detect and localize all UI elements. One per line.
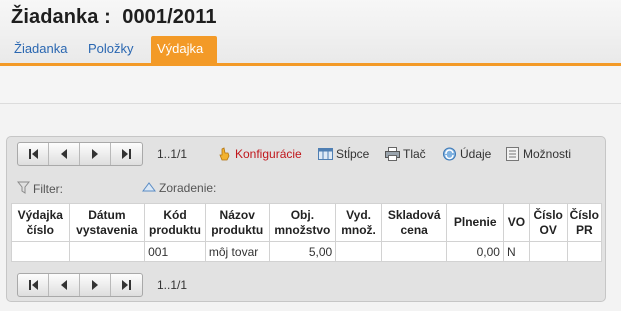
configurations-label: Konfigurácie bbox=[235, 147, 302, 161]
filter-label: Filter: bbox=[33, 182, 63, 196]
next-page-button[interactable] bbox=[80, 143, 111, 165]
columns-button[interactable]: Stĺpce bbox=[318, 145, 369, 163]
table-cell: 001 bbox=[144, 241, 206, 262]
data-label: Údaje bbox=[460, 147, 492, 161]
column-header[interactable]: VO bbox=[502, 203, 530, 242]
table-cell bbox=[335, 241, 382, 262]
table-cell bbox=[528, 241, 568, 262]
prev-page-button[interactable] bbox=[49, 143, 80, 165]
column-header[interactable]: Vyd. množ. bbox=[335, 203, 382, 242]
items-table: Výdajka číslo Dátum vystavenia Kód produ… bbox=[11, 203, 603, 262]
hand-pointer-icon bbox=[217, 147, 232, 161]
table-cell: 5,00 bbox=[268, 241, 337, 262]
printer-icon bbox=[385, 147, 400, 161]
filter-button[interactable]: Filter: bbox=[16, 181, 63, 197]
table-cell: môj tovar bbox=[204, 241, 270, 262]
first-page-button[interactable] bbox=[18, 274, 49, 296]
table-header-row: Výdajka číslo Dátum vystavenia Kód produ… bbox=[11, 203, 603, 242]
last-page-button[interactable] bbox=[111, 143, 142, 165]
last-page-icon bbox=[122, 280, 131, 290]
table-cell bbox=[380, 241, 448, 262]
data-button[interactable]: Údaje bbox=[442, 145, 491, 163]
first-page-icon bbox=[28, 149, 38, 159]
tab-polozky[interactable]: Položky bbox=[82, 36, 140, 63]
column-header[interactable]: Kód produktu bbox=[144, 203, 206, 242]
table-cell bbox=[68, 241, 146, 262]
columns-label: Stĺpce bbox=[336, 147, 370, 161]
pager-bottom bbox=[17, 273, 143, 297]
data-refresh-icon bbox=[442, 147, 457, 161]
table-cell bbox=[11, 241, 70, 262]
sort-label: Zoradenie: bbox=[159, 181, 217, 195]
first-page-icon bbox=[28, 280, 38, 290]
last-page-button[interactable] bbox=[111, 274, 142, 296]
column-header[interactable]: Dátum vystavenia bbox=[68, 203, 146, 242]
column-header[interactable]: Číslo OV bbox=[528, 203, 568, 242]
page-header: Žiadanka : 0001/2011 Žiadanka Položky Vý… bbox=[0, 0, 621, 66]
sort-button[interactable]: Zoradenie: bbox=[142, 181, 216, 195]
options-button[interactable]: Možnosti bbox=[505, 145, 571, 163]
page-title: Žiadanka : 0001/2011 bbox=[11, 6, 217, 28]
pager-count: 1..1/1 bbox=[157, 147, 188, 161]
next-page-icon bbox=[92, 280, 98, 290]
configurations-button[interactable]: Konfigurácie bbox=[217, 145, 302, 163]
next-page-icon bbox=[92, 149, 98, 159]
pager-top bbox=[17, 142, 143, 166]
tab-vydajka[interactable]: Výdajka bbox=[151, 36, 217, 63]
prev-page-button[interactable] bbox=[49, 274, 80, 296]
column-header[interactable]: Plnenie bbox=[446, 203, 504, 242]
filter-row: Filter: Zoradenie: bbox=[7, 177, 605, 201]
grid-panel: 1..1/1 Konfigurácie Stĺpce Tlač Údaje Mo… bbox=[6, 136, 606, 302]
column-header[interactable]: Skladová cena bbox=[380, 203, 448, 242]
table-cell bbox=[566, 241, 603, 262]
funnel-icon bbox=[16, 181, 31, 197]
prev-page-icon bbox=[61, 149, 67, 159]
first-page-button[interactable] bbox=[18, 143, 49, 165]
tab-ziadanka[interactable]: Žiadanka bbox=[8, 36, 73, 63]
prev-page-icon bbox=[61, 280, 67, 290]
options-label: Možnosti bbox=[523, 147, 572, 161]
columns-icon bbox=[318, 147, 333, 161]
column-header[interactable]: Výdajka číslo bbox=[11, 203, 70, 242]
next-page-button[interactable] bbox=[80, 274, 111, 296]
table-row[interactable]: 001 môj tovar 5,00 0,00 N bbox=[11, 241, 603, 262]
column-header[interactable]: Obj. množstvo bbox=[268, 203, 337, 242]
column-header[interactable]: Názov produktu bbox=[204, 203, 270, 242]
action-strip bbox=[0, 66, 621, 104]
column-header[interactable]: Číslo PR bbox=[566, 203, 603, 242]
options-icon bbox=[505, 147, 520, 161]
pager-count-bottom: 1..1/1 bbox=[157, 278, 188, 292]
print-button[interactable]: Tlač bbox=[385, 145, 426, 163]
table-cell: N bbox=[502, 241, 530, 262]
sort-triangle-icon bbox=[142, 181, 156, 195]
print-label: Tlač bbox=[403, 147, 426, 161]
table-cell: 0,00 bbox=[446, 241, 504, 262]
last-page-icon bbox=[122, 149, 131, 159]
